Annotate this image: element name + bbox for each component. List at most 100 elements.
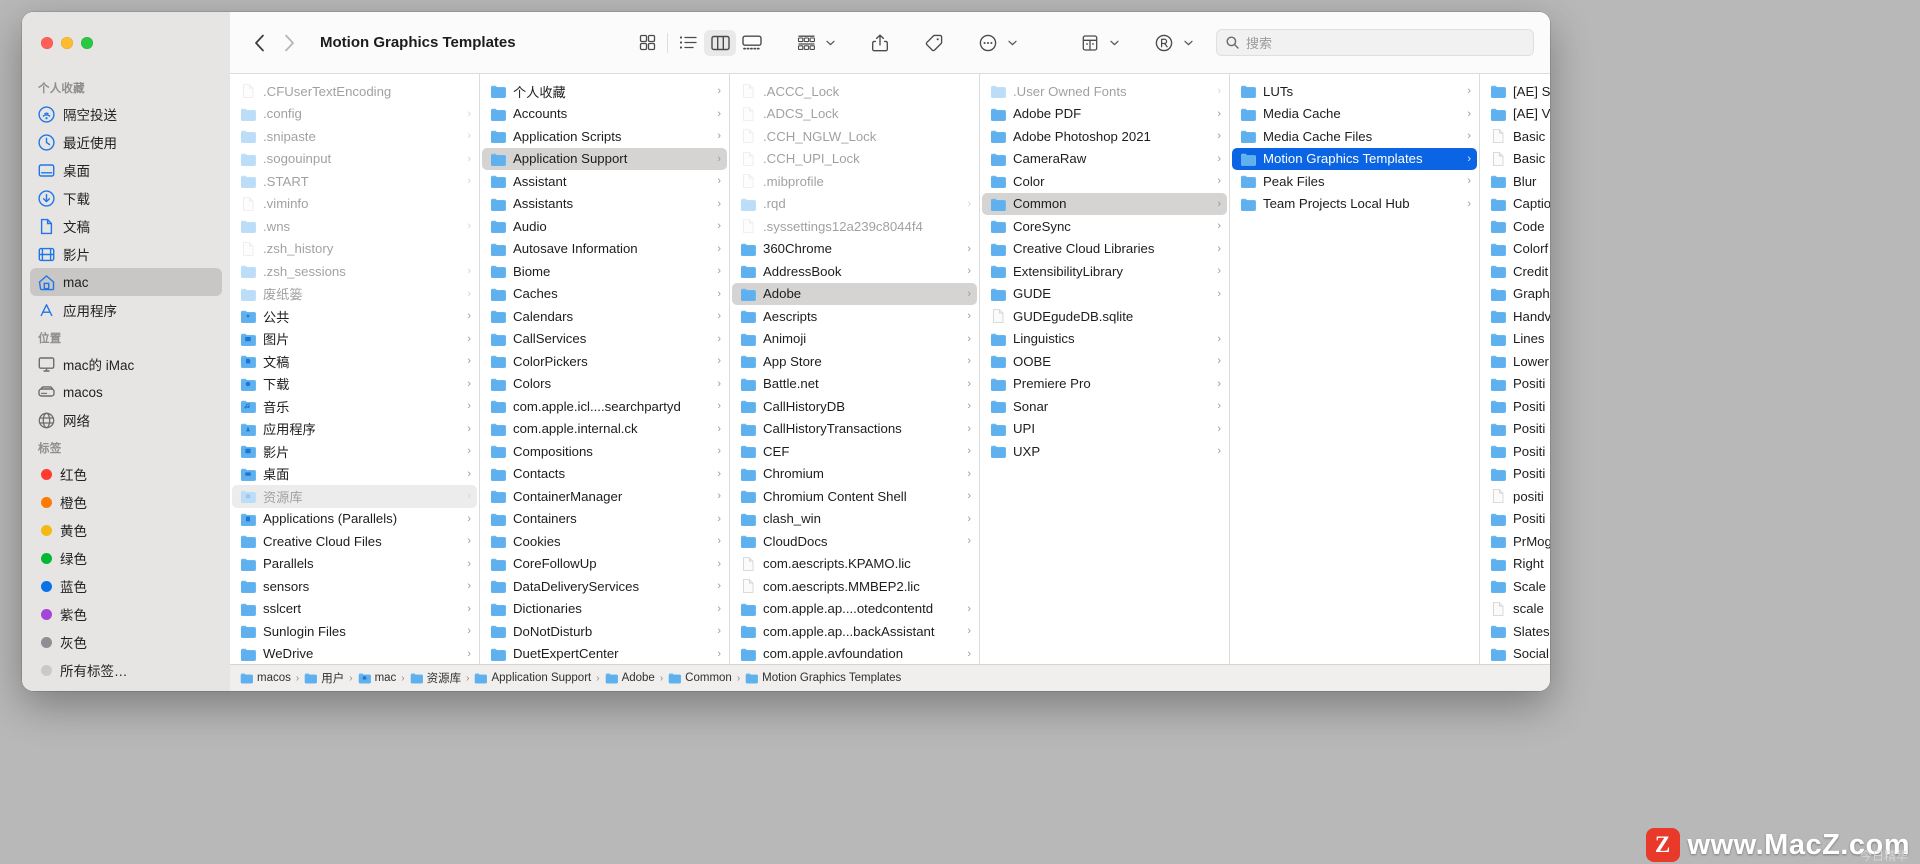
column-row[interactable]: Aescripts › (732, 305, 977, 328)
more-actions-chevron-down-icon[interactable] (1004, 40, 1020, 46)
dropbox-chevron-down-icon[interactable] (1106, 40, 1122, 46)
account-chevron-down-icon[interactable] (1180, 40, 1196, 46)
column-row[interactable]: Right (1482, 553, 1550, 576)
zoom-button[interactable] (81, 37, 93, 49)
application-support-column[interactable]: .ACCC_Lock .ADCS_Lock .CCH_NGLW_Lock .CCH_U… (730, 74, 980, 664)
column-row[interactable]: 图片 › (232, 328, 477, 351)
column-row[interactable]: Compositions › (482, 440, 727, 463)
column-row[interactable]: 音乐 › (232, 395, 477, 418)
sidebar-item-mac[interactable]: mac (30, 268, 222, 296)
more-actions-icon[interactable] (972, 30, 1004, 56)
back-button[interactable] (244, 29, 274, 57)
breadcrumb-item[interactable]: Application Support (474, 672, 591, 684)
sidebar-item-文稿[interactable]: 文稿 (30, 212, 222, 240)
gallery-view-button[interactable] (736, 30, 768, 56)
column-row[interactable]: Biome › (482, 260, 727, 283)
column-row[interactable]: Captio (1482, 193, 1550, 216)
column-row[interactable]: sslcert › (232, 598, 477, 621)
share-icon[interactable] (864, 30, 896, 56)
column-row[interactable]: Parallels › (232, 553, 477, 576)
column-row[interactable]: com.aescripts.KPAMO.lic (732, 553, 977, 576)
column-row[interactable]: Premiere Pro › (982, 373, 1227, 396)
sidebar-item-最近使用[interactable]: 最近使用 (30, 128, 222, 156)
sidebar-item-macos[interactable]: macos (30, 378, 222, 406)
column-row[interactable]: CEF › (732, 440, 977, 463)
column-row[interactable]: UPI › (982, 418, 1227, 441)
column-row[interactable]: Creative Cloud Files › (232, 530, 477, 553)
column-row[interactable]: 文稿 › (232, 350, 477, 373)
column-row[interactable]: 废纸篓 › (232, 283, 477, 306)
column-row[interactable]: CameraRaw › (982, 148, 1227, 171)
column-row[interactable]: Common › (982, 192, 1227, 215)
sidebar-item-网络[interactable]: 网络 (30, 406, 222, 434)
column-row[interactable]: Slates (1482, 620, 1550, 643)
column-row[interactable]: ContainerManager › (482, 485, 727, 508)
column-row[interactable]: .config › (232, 103, 477, 126)
column-row[interactable]: DataDeliveryServices › (482, 575, 727, 598)
adobe-column[interactable]: .User Owned Fonts › Adobe PDF › Adobe Photos… (980, 74, 1230, 664)
breadcrumb[interactable]: macos › 用户 › mac › 资源库 › Application Support › Ado… (230, 664, 1550, 691)
column-row[interactable]: GUDE › (982, 283, 1227, 306)
column-row[interactable]: App Store › (732, 350, 977, 373)
column-row[interactable]: Sonar › (982, 395, 1227, 418)
column-row[interactable]: Animoji › (732, 328, 977, 351)
column-row[interactable]: Cookies › (482, 530, 727, 553)
column-row[interactable]: .START › (232, 170, 477, 193)
column-row[interactable]: CallServices › (482, 328, 727, 351)
column-row[interactable]: com.apple.internal.ck › (482, 418, 727, 441)
column-row[interactable]: 应用程序 › (232, 418, 477, 441)
breadcrumb-item[interactable]: 资源库 (410, 670, 461, 686)
sidebar-item-下载[interactable]: 下载 (30, 184, 222, 212)
column-row[interactable]: Sunlogin Files › (232, 620, 477, 643)
column-row[interactable]: Audio › (482, 215, 727, 238)
column-row[interactable]: Calendars › (482, 305, 727, 328)
forward-button[interactable] (274, 29, 304, 57)
tag-icon[interactable] (918, 30, 950, 56)
column-row[interactable]: .ADCS_Lock (732, 103, 977, 126)
column-row[interactable]: Positi (1482, 463, 1550, 486)
column-row[interactable]: Lines (1482, 328, 1550, 351)
column-row[interactable]: Adobe Photoshop 2021 › (982, 125, 1227, 148)
dropbox-icon[interactable] (1074, 30, 1106, 56)
column-row[interactable]: positi (1482, 485, 1550, 508)
icon-view-button[interactable] (631, 30, 663, 56)
column-row[interactable]: Dictionaries › (482, 598, 727, 621)
column-row[interactable]: 360Chrome › (732, 238, 977, 261)
column-row[interactable]: .mibprofile (732, 170, 977, 193)
column-row[interactable]: 下载 › (232, 373, 477, 396)
column-row[interactable]: Application Support › (482, 147, 727, 170)
sidebar-item-蓝色[interactable]: 蓝色 (30, 572, 222, 600)
column-row[interactable]: CoreFollowUp › (482, 553, 727, 576)
account-icon[interactable] (1148, 30, 1180, 56)
sidebar-item-红色[interactable]: 红色 (30, 460, 222, 488)
column-row[interactable]: Application Scripts › (482, 125, 727, 148)
column-row[interactable]: AddressBook › (732, 260, 977, 283)
column-row[interactable]: Chromium › (732, 463, 977, 486)
list-view-button[interactable] (672, 30, 704, 56)
column-row[interactable]: Graph (1482, 283, 1550, 306)
column-row[interactable]: Chromium Content Shell › (732, 485, 977, 508)
column-row[interactable]: 资源库 › (232, 485, 477, 508)
breadcrumb-item[interactable]: Motion Graphics Templates (745, 672, 901, 684)
sidebar-item-紫色[interactable]: 紫色 (30, 600, 222, 628)
column-row[interactable]: Linguistics › (982, 328, 1227, 351)
sidebar-list[interactable]: 个人收藏 隔空投送 最近使用 桌面 下载 文稿 影片 mac 应用程序 位置 mac的 iMac ma… (22, 74, 230, 691)
column-row[interactable]: scale (1482, 598, 1550, 621)
column-row[interactable]: sensors › (232, 575, 477, 598)
column-row[interactable]: Media Cache Files › (1232, 125, 1477, 148)
column-view-button[interactable] (704, 29, 736, 56)
column-row[interactable]: Containers › (482, 508, 727, 531)
sidebar-item-影片[interactable]: 影片 (30, 240, 222, 268)
column-row[interactable]: Colorf (1482, 238, 1550, 261)
group-by-chevron-down-icon[interactable] (822, 40, 838, 46)
column-row[interactable]: CallHistoryDB › (732, 395, 977, 418)
column-row[interactable]: Handv (1482, 305, 1550, 328)
column-row[interactable]: Positi (1482, 508, 1550, 531)
column-row[interactable]: OOBE › (982, 350, 1227, 373)
column-row[interactable]: Peak Files › (1232, 170, 1477, 193)
column-row[interactable]: .syssettings12a239c8044f4 (732, 215, 977, 238)
column-row[interactable]: .User Owned Fonts › (982, 80, 1227, 103)
library-column[interactable]: 个人收藏 › Accounts › Application Scripts › Applic… (480, 74, 730, 664)
home-column[interactable]: .CFUserTextEncoding .config › .snipaste › .so… (230, 74, 480, 664)
column-row[interactable]: 影片 › (232, 440, 477, 463)
